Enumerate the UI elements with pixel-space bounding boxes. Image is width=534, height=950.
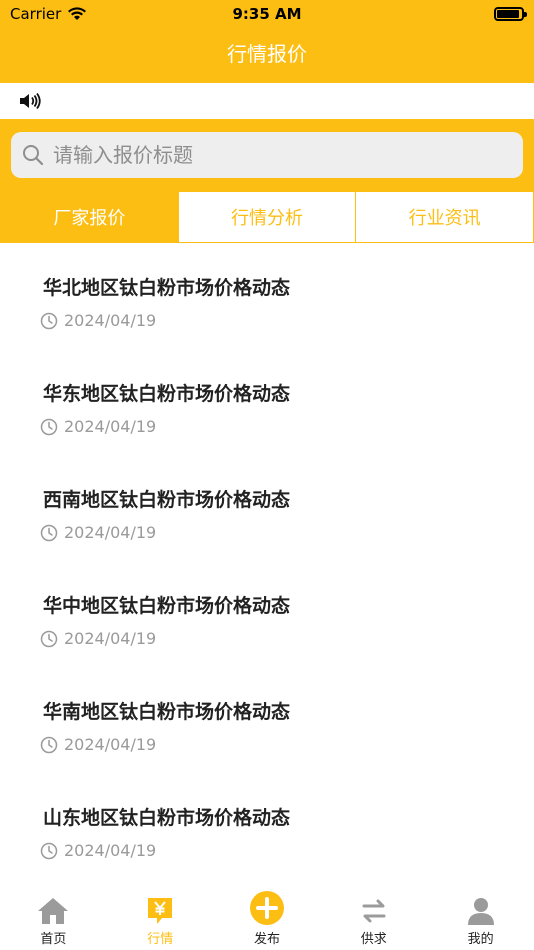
tabbar-home[interactable]: 首页 <box>0 886 107 950</box>
home-icon <box>38 898 69 924</box>
tabbar-label: 发布 <box>253 932 280 947</box>
segment-tabs: 厂家报价 行情分析 行业资讯 <box>0 191 534 243</box>
notice-bar[interactable] <box>0 83 534 119</box>
search-box[interactable] <box>11 132 523 178</box>
nav-bar: 行情报价 <box>0 28 534 83</box>
item-date: 2024/04/19 <box>40 523 156 542</box>
profile-icon <box>467 898 494 925</box>
tabbar-label: 供求 <box>360 932 387 947</box>
clock-icon <box>40 842 58 859</box>
status-bar: Carrier 9:35 AM <box>0 0 534 28</box>
tabbar-market[interactable]: 行情 <box>107 886 214 950</box>
exchange-icon <box>362 899 386 923</box>
tab-label: 厂家报价 <box>53 208 126 229</box>
clock-icon <box>40 312 58 329</box>
tabbar-label: 行情 <box>147 932 174 947</box>
item-title: 山东地区钛白粉市场价格动态 <box>43 807 291 829</box>
item-title: 华北地区钛白粉市场价格动态 <box>43 277 291 299</box>
tab-factory-quote[interactable]: 厂家报价 <box>1 192 179 242</box>
tabbar-supply-demand[interactable]: 供求 <box>320 886 427 950</box>
tab-industry-news[interactable]: 行业资讯 <box>356 192 533 242</box>
item-date: 2024/04/19 <box>40 311 156 330</box>
date-text: 2024/04/19 <box>64 841 157 860</box>
item-title: 西南地区钛白粉市场价格动态 <box>43 489 291 511</box>
status-time: 9:35 AM <box>232 5 302 23</box>
clock-icon <box>40 524 58 541</box>
search-icon <box>23 145 44 166</box>
speaker-icon <box>20 92 41 110</box>
item-title: 华中地区钛白粉市场价格动态 <box>43 595 291 617</box>
date-text: 2024/04/19 <box>64 629 157 648</box>
item-title: 华南地区钛白粉市场价格动态 <box>43 701 291 723</box>
search-input[interactable] <box>53 143 493 167</box>
tab-market-analysis[interactable]: 行情分析 <box>179 192 357 242</box>
tabbar-label: 首页 <box>40 932 67 947</box>
list-item[interactable]: 华东地区钛白粉市场价格动态 2024/04/19 <box>0 349 534 455</box>
date-text: 2024/04/19 <box>64 417 157 436</box>
item-date: 2024/04/19 <box>40 417 156 436</box>
search-section <box>0 119 534 191</box>
tabbar-publish[interactable]: 发布 <box>214 886 321 950</box>
list-item[interactable]: 华中地区钛白粉市场价格动态 2024/04/19 <box>0 561 534 667</box>
battery-icon <box>494 7 527 21</box>
tab-label: 行情分析 <box>231 208 303 229</box>
plus-icon <box>249 891 284 925</box>
item-date: 2024/04/19 <box>40 735 156 754</box>
tabbar-profile[interactable]: 我的 <box>427 886 534 950</box>
market-icon <box>148 898 173 924</box>
quote-list: 华北地区钛白粉市场价格动态 2024/04/19 华东地区钛白粉市场价格动态 2… <box>0 243 534 879</box>
item-date: 2024/04/19 <box>40 629 156 648</box>
item-date: 2024/04/19 <box>40 841 156 860</box>
date-text: 2024/04/19 <box>64 311 157 330</box>
list-item[interactable]: 华北地区钛白粉市场价格动态 2024/04/19 <box>0 243 534 349</box>
page-title: 行情报价 <box>227 42 307 66</box>
list-item[interactable]: 山东地区钛白粉市场价格动态 2024/04/19 <box>0 773 534 879</box>
bottom-tab-bar: 首页 行情 发布 供求 我的 <box>0 886 534 950</box>
list-item[interactable]: 华南地区钛白粉市场价格动态 2024/04/19 <box>0 667 534 773</box>
clock-icon <box>40 418 58 435</box>
item-title: 华东地区钛白粉市场价格动态 <box>43 383 291 405</box>
date-text: 2024/04/19 <box>64 735 157 754</box>
date-text: 2024/04/19 <box>64 523 157 542</box>
clock-icon <box>40 630 58 647</box>
tab-label: 行业资讯 <box>408 208 481 229</box>
clock-icon <box>40 736 58 753</box>
tabbar-label: 我的 <box>467 932 494 947</box>
list-item[interactable]: 西南地区钛白粉市场价格动态 2024/04/19 <box>0 455 534 561</box>
